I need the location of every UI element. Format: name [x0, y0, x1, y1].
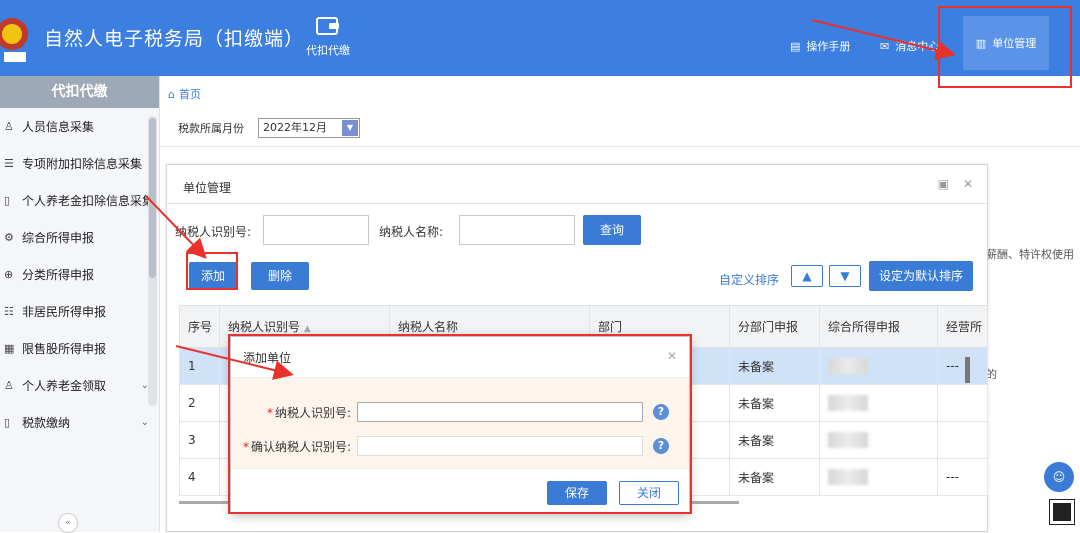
sidebar-item-label: 个人养老金扣除信息采集 — [22, 194, 155, 208]
nav-withholding-label: 代扣代缴 — [306, 44, 350, 57]
app-title: 自然人电子税务局（扣缴端） — [44, 28, 305, 50]
period-label: 税款所属月份 — [178, 122, 244, 135]
row-number: 1 — [179, 347, 220, 385]
sidebar-item-restricted-stock[interactable]: ▦ 限售股所得申报 — [0, 330, 159, 367]
row-number: 3 — [179, 421, 220, 459]
chevron-down-icon: ⌄ — [140, 417, 149, 428]
extra-cell: --- — [937, 458, 988, 496]
breadcrumb-home[interactable]: 首页 — [179, 86, 201, 102]
sidebar-item-label: 限售股所得申报 — [22, 342, 107, 356]
home-icon: ⌂ — [168, 87, 175, 101]
sort-caret-icon: ▲ — [303, 324, 311, 334]
gear-icon: ⚙ — [4, 231, 14, 244]
close-icon[interactable]: ✕ — [963, 177, 973, 191]
chart-icon: ▦ — [4, 342, 15, 355]
sidebar-item-label: 税款缴纳 — [22, 416, 71, 430]
sidebar-item-pension-deduction[interactable]: ▯ 个人养老金扣除信息采集 — [0, 182, 159, 219]
sidebar-item-label: 专项附加扣除信息采集 — [22, 157, 143, 171]
column-header: 经营所 — [937, 305, 988, 348]
document-icon: ▯ — [4, 194, 11, 207]
sidebar-item-label: 个人养老金领取 — [22, 379, 107, 393]
tax-id-label: 纳税人识别号: — [175, 225, 252, 239]
triangle-down-icon: ▼ — [840, 269, 850, 283]
dept-report-cell: 未备案 — [729, 347, 820, 385]
breadcrumb[interactable]: ⌂ 首页 — [168, 86, 201, 102]
sidebar-item-comprehensive[interactable]: ⚙ 综合所得申报 — [0, 219, 159, 256]
sidebar-item-personnel[interactable]: ♙ 人员信息采集 — [0, 108, 159, 145]
redacted-value — [828, 358, 868, 374]
annotation-box-dialog — [228, 334, 692, 514]
grid-icon: ⊕ — [4, 268, 14, 281]
column-header: 序号 — [179, 305, 220, 348]
manual-label: 操作手册 — [806, 40, 851, 53]
row-number: 2 — [179, 384, 220, 422]
delete-button[interactable]: 删除 — [251, 262, 309, 290]
panel-divider — [167, 203, 987, 204]
sidebar-item-label: 分类所得申报 — [22, 268, 95, 282]
chevron-down-icon[interactable]: ▼ — [342, 120, 358, 136]
nav-withholding[interactable]: 代扣代缴 — [304, 14, 352, 58]
list-icon: ☰ — [4, 157, 14, 170]
set-default-sort-button[interactable]: 设定为默认排序 — [869, 261, 973, 291]
redacted-value — [828, 469, 868, 485]
triangle-up-icon: ▲ — [802, 269, 812, 283]
move-up-button[interactable]: ▲ — [791, 265, 823, 287]
panel-tools: ▣ ✕ — [938, 177, 973, 191]
sidebar-item-nonresident[interactable]: ☷ 非居民所得申报 — [0, 293, 159, 330]
table-scrollbar[interactable] — [965, 357, 970, 383]
sidebar-title: 代扣代缴 — [0, 76, 159, 108]
dept-report-cell: 未备案 — [729, 384, 820, 422]
column-header-label: 纳税人识别号 — [228, 320, 301, 334]
sidebar-item-label: 人员信息采集 — [22, 120, 95, 134]
row-number: 4 — [179, 458, 220, 496]
panel-title: 单位管理 — [183, 181, 232, 195]
query-button[interactable]: 查询 — [583, 215, 641, 245]
top-bar: 自然人电子税务局（扣缴端） 代扣代缴 ▤ 操作手册 ✉ 消息中心 ▥ 单位管理 — [0, 0, 1080, 76]
sidebar-item-special-deduction[interactable]: ☰ 专项附加扣除信息采集 — [0, 145, 159, 182]
customer-service-icon[interactable]: ☺ — [1044, 462, 1074, 492]
person-icon: ♙ — [4, 120, 14, 133]
wallet-icon — [316, 17, 339, 35]
move-down-button[interactable]: ▼ — [829, 265, 861, 287]
manual-icon: ▤ — [790, 39, 801, 53]
divider — [160, 146, 1080, 147]
double-chevron-left-icon: « — [65, 518, 71, 528]
sidebar-item-classified[interactable]: ⊕ 分类所得申报 — [0, 256, 159, 293]
taxpayer-name-label: 纳税人名称: — [379, 225, 444, 239]
document-icon: ▯ — [4, 416, 11, 429]
tax-id-search-input[interactable] — [263, 215, 369, 245]
collapse-sidebar-button[interactable]: « — [58, 513, 78, 533]
sidebar-item-label: 综合所得申报 — [22, 231, 95, 245]
tax-emblem-icon — [0, 18, 28, 62]
period-select[interactable]: 2022年12月 ▼ — [258, 118, 360, 138]
redacted-value — [828, 432, 868, 448]
extra-cell — [937, 421, 988, 459]
column-header: 分部门申报 — [729, 305, 820, 348]
extra-cell: --- — [937, 347, 988, 385]
sidebar-scrollbar-thumb[interactable] — [149, 118, 156, 278]
mail-icon: ✉ — [880, 39, 890, 53]
annotation-box-unit-mgmt — [938, 6, 1072, 88]
annotation-box-add — [186, 252, 238, 290]
redacted-value — [828, 395, 868, 411]
qr-code-icon[interactable] — [1049, 499, 1075, 525]
sidebar-item-label: 非居民所得申报 — [22, 305, 107, 319]
manual-link[interactable]: ▤ 操作手册 — [790, 38, 850, 54]
globe-icon: ☷ — [4, 305, 14, 318]
sidebar-item-pension-receipt[interactable]: ♙ 个人养老金领取 ⌄ — [0, 367, 159, 404]
background-text: 薪酬、特许权使用 — [986, 248, 1074, 261]
dept-report-cell: 未备案 — [729, 421, 820, 459]
period-value: 2022年12月 — [263, 121, 327, 134]
custom-sort-link[interactable]: 自定义排序 — [719, 271, 779, 288]
column-header: 综合所得申报 — [819, 305, 938, 348]
maximize-icon[interactable]: ▣ — [938, 177, 949, 191]
person-icon: ♙ — [4, 379, 14, 392]
taxpayer-name-search-input[interactable] — [459, 215, 575, 245]
sidebar: 代扣代缴 ♙ 人员信息采集 ☰ 专项附加扣除信息采集 ▯ 个人养老金扣除信息采集 ⚙ 综… — [0, 76, 160, 533]
sidebar-item-tax-payment[interactable]: ▯ 税款缴纳 ⌄ — [0, 404, 159, 441]
message-label: 消息中心 — [895, 40, 940, 53]
extra-cell — [937, 384, 988, 422]
dept-report-cell: 未备案 — [729, 458, 820, 496]
message-link[interactable]: ✉ 消息中心 — [880, 38, 939, 54]
